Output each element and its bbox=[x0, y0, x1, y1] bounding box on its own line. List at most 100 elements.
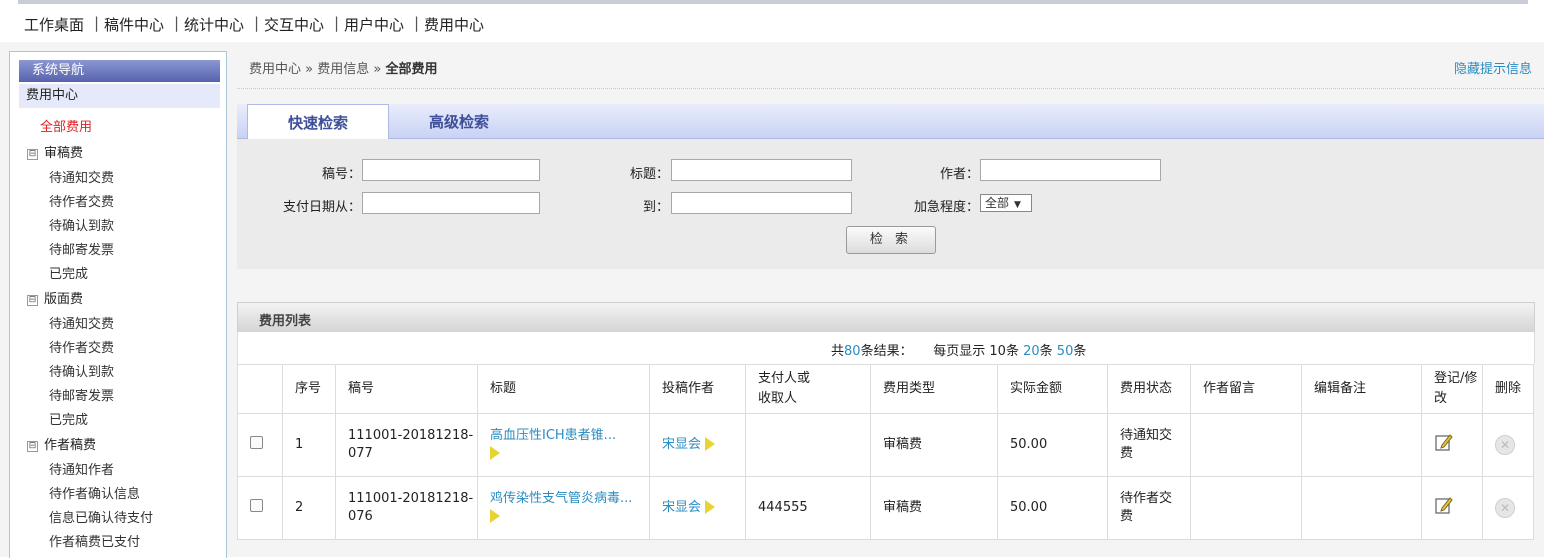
title-link[interactable]: 高血压性ICH患者锥... bbox=[490, 428, 616, 443]
page-size-10[interactable]: 10条 bbox=[989, 344, 1019, 359]
header-edit-line: 登记/修 bbox=[1434, 371, 1478, 386]
page-size-50[interactable]: 50 bbox=[1057, 344, 1074, 359]
nav-interaction[interactable]: 交互中心 bbox=[264, 14, 324, 35]
sidebar-item[interactable]: 已完成 bbox=[49, 263, 88, 282]
search-tab-bar: 快速检索 高级检索 bbox=[237, 104, 1544, 140]
sidebar-item[interactable]: 待作者确认信息 bbox=[49, 483, 140, 502]
cell-delete: ✕ bbox=[1482, 413, 1534, 477]
sidebar-item[interactable]: 待通知交费 bbox=[49, 313, 114, 332]
nav-workbench[interactable]: 工作桌面 bbox=[24, 14, 84, 35]
pay-date-from-input[interactable] bbox=[362, 192, 540, 214]
sidebar-item[interactable]: 待通知交费 bbox=[49, 167, 114, 186]
header-payer-line: 收取人 bbox=[758, 391, 798, 406]
header-amount: 实际金额 bbox=[997, 364, 1108, 414]
collapse-icon[interactable]: ⊟ bbox=[27, 149, 38, 160]
page-size-20[interactable]: 20 bbox=[1023, 344, 1040, 359]
top-navigation: 工作桌面 | 稿件中心 | 统计中心 | 交互中心 | 用户中心 | 费用中心 bbox=[0, 4, 1548, 42]
sidebar-item[interactable]: 待邮寄发票 bbox=[49, 385, 114, 404]
play-arrow-icon[interactable] bbox=[490, 509, 500, 523]
manuscript-no-line: 076 bbox=[348, 509, 373, 524]
status-line: 待通知交 bbox=[1120, 428, 1173, 443]
sidebar-item[interactable]: 待作者交费 bbox=[49, 337, 114, 356]
play-arrow-icon[interactable] bbox=[705, 437, 716, 451]
right-edge bbox=[1544, 42, 1548, 557]
nav-separator: | bbox=[334, 14, 340, 32]
author-link[interactable]: 宋显会 bbox=[662, 437, 701, 452]
edit-icon[interactable] bbox=[1434, 495, 1454, 515]
breadcrumb-current: 全部费用 bbox=[385, 62, 438, 77]
nav-fees[interactable]: 费用中心 bbox=[424, 14, 484, 35]
nav-separator: | bbox=[254, 14, 260, 32]
sidebar-item[interactable]: 待通知作者 bbox=[49, 459, 114, 478]
table-row: 1 111001-20181218- 077 高血压性ICH患者锥... 宋显会 … bbox=[237, 413, 1534, 477]
manuscript-no-label: 稿号： bbox=[321, 167, 361, 182]
nav-statistics[interactable]: 统计中心 bbox=[184, 14, 244, 35]
header-edit: 登记/修改 bbox=[1421, 364, 1483, 414]
pager-text: 条 bbox=[1073, 344, 1087, 359]
pay-date-from-label: 支付日期从： bbox=[282, 200, 361, 215]
cell-delete: ✕ bbox=[1482, 476, 1534, 540]
manuscript-no-input[interactable] bbox=[362, 159, 540, 181]
row-select-cell bbox=[237, 413, 283, 477]
nav-separator: | bbox=[414, 14, 420, 32]
cell-payer: 444555 bbox=[745, 476, 871, 540]
sidebar-item[interactable]: 已完成 bbox=[49, 409, 88, 428]
nav-manuscripts[interactable]: 稿件中心 bbox=[104, 14, 164, 35]
tab-advanced-search[interactable]: 高级检索 bbox=[397, 104, 521, 138]
sidebar-item[interactable]: 待邮寄发票 bbox=[49, 239, 114, 258]
row-checkbox[interactable] bbox=[250, 435, 263, 449]
sidebar-section-fee-center[interactable]: 费用中心 bbox=[19, 84, 220, 108]
author-input[interactable] bbox=[980, 159, 1161, 181]
edit-icon[interactable] bbox=[1434, 432, 1454, 452]
collapse-icon[interactable]: ⊟ bbox=[27, 295, 38, 306]
collapse-icon[interactable]: ⊟ bbox=[27, 441, 38, 452]
sidebar-item[interactable]: 待确认到款 bbox=[49, 361, 114, 380]
fee-table: 序号 稿号 标题 投稿作者 支付人或 收取人 费用类型 实际金额 费用状态 作者留… bbox=[237, 364, 1534, 540]
play-arrow-icon[interactable] bbox=[490, 446, 500, 460]
sidebar-group-author-fee[interactable]: ⊟ 作者稿费 bbox=[27, 434, 96, 453]
title-input[interactable] bbox=[671, 159, 852, 181]
cell-manuscript-no: 111001-20181218- 076 bbox=[335, 476, 478, 540]
delete-icon[interactable]: ✕ bbox=[1495, 435, 1515, 455]
header-manuscript-no: 稿号 bbox=[335, 364, 478, 414]
cell-fee-type: 审稿费 bbox=[870, 413, 998, 477]
table-row: 2 111001-20181218- 076 鸡传染性支气管炎病毒... 宋显会 … bbox=[237, 476, 1534, 540]
header-status: 费用状态 bbox=[1107, 364, 1191, 414]
sidebar-item[interactable]: 待作者交费 bbox=[49, 191, 114, 210]
sidebar-item[interactable]: 待确认到款 bbox=[49, 215, 114, 234]
author-link[interactable]: 宋显会 bbox=[662, 500, 701, 515]
search-panel: 稿号： 标题： 作者： 支付日期从： 到： 加急程度： 全部 ▼ 检 索 bbox=[237, 139, 1544, 269]
cell-seq: 2 bbox=[282, 476, 336, 540]
header-payer: 支付人或 收取人 bbox=[745, 364, 871, 414]
title-link[interactable]: 鸡传染性支气管炎病毒... bbox=[490, 491, 632, 506]
sidebar-item[interactable]: 作者稿费已支付 bbox=[49, 531, 140, 550]
play-arrow-icon[interactable] bbox=[705, 500, 716, 514]
cell-author-note bbox=[1190, 476, 1302, 540]
sidebar-item[interactable]: 信息已确认待支付 bbox=[49, 507, 153, 526]
cell-author: 宋显会 bbox=[649, 413, 746, 477]
sidebar-group-review-fee[interactable]: ⊟ 审稿费 bbox=[27, 142, 83, 161]
header-payer-line: 支付人或 bbox=[758, 371, 811, 386]
pay-date-to-input[interactable] bbox=[671, 192, 852, 214]
cell-title: 高血压性ICH患者锥... bbox=[477, 413, 650, 477]
pager-text: 条结果： bbox=[860, 344, 913, 359]
delete-icon[interactable]: ✕ bbox=[1495, 498, 1515, 518]
header-fee-type: 费用类型 bbox=[870, 364, 998, 414]
cell-seq: 1 bbox=[282, 413, 336, 477]
tab-quick-search[interactable]: 快速检索 bbox=[247, 104, 389, 140]
breadcrumb-item[interactable]: 费用信息 bbox=[317, 62, 369, 77]
sidebar-item-all-fees[interactable]: 全部费用 bbox=[40, 116, 92, 135]
header-delete: 删除 bbox=[1482, 364, 1534, 414]
search-button[interactable]: 检 索 bbox=[846, 226, 936, 254]
urgency-select[interactable]: 全部 ▼ bbox=[980, 194, 1032, 212]
title-label: 标题： bbox=[629, 167, 669, 182]
cell-amount: 50.00 bbox=[997, 413, 1108, 477]
hide-tips-link[interactable]: 隐藏提示信息 bbox=[1454, 58, 1532, 77]
nav-users[interactable]: 用户中心 bbox=[344, 14, 404, 35]
manuscript-no-line: 111001-20181218- bbox=[348, 491, 474, 506]
pager-text: 共 bbox=[831, 344, 845, 359]
sidebar-group-page-fee[interactable]: ⊟ 版面费 bbox=[27, 288, 83, 307]
status-line: 费 bbox=[1120, 509, 1134, 524]
row-checkbox[interactable] bbox=[250, 498, 263, 512]
breadcrumb-item[interactable]: 费用中心 bbox=[249, 62, 301, 77]
